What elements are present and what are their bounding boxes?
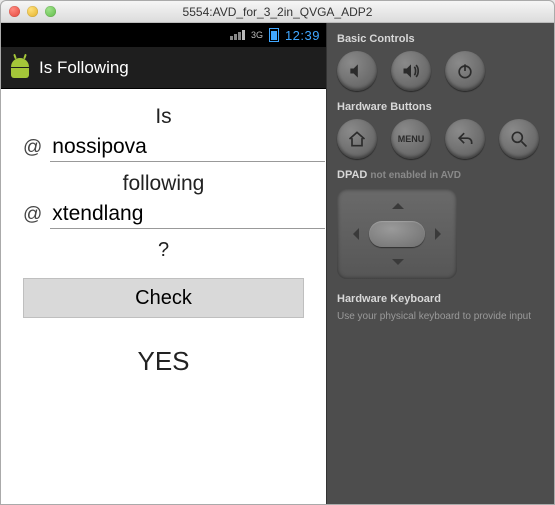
battery-icon bbox=[269, 28, 279, 42]
home-icon bbox=[347, 129, 367, 149]
label-question-mark: ? bbox=[23, 239, 304, 262]
user2-input[interactable] bbox=[50, 200, 325, 229]
signal-icon bbox=[229, 28, 245, 43]
dpad-label: DPAD not enabled in AVD bbox=[337, 169, 544, 181]
basic-controls-label: Basic Controls bbox=[337, 33, 544, 45]
dpad-title: DPAD bbox=[337, 169, 367, 181]
dpad-up-icon bbox=[392, 197, 404, 209]
hardware-keyboard-label: Hardware Keyboard bbox=[337, 293, 544, 305]
back-icon bbox=[455, 129, 475, 149]
at-symbol-1: @ bbox=[23, 137, 42, 159]
android-status-bar: 3G 12:39 bbox=[1, 23, 326, 47]
app-title: Is Following bbox=[39, 58, 129, 78]
close-icon[interactable] bbox=[9, 6, 20, 17]
dpad-right-icon bbox=[435, 228, 447, 240]
hardware-keyboard-note: Use your physical keyboard to provide in… bbox=[337, 311, 544, 322]
dpad-down-icon bbox=[392, 259, 404, 271]
app-content: Is @ following @ ? Check YES bbox=[1, 89, 326, 504]
clock: 12:39 bbox=[285, 28, 320, 43]
volume-down-button[interactable] bbox=[337, 51, 377, 91]
window-controls bbox=[1, 6, 56, 17]
user1-row: @ bbox=[23, 133, 304, 162]
volume-up-button[interactable] bbox=[391, 51, 431, 91]
network-type: 3G bbox=[251, 31, 263, 40]
dpad-disabled-note: not enabled in AVD bbox=[370, 170, 461, 181]
emulator-window: 5554:AVD_for_3_2in_QVGA_ADP2 3G 12:39 Is… bbox=[0, 0, 555, 505]
volume-up-icon bbox=[401, 61, 421, 81]
label-is: Is bbox=[23, 105, 304, 129]
back-button[interactable] bbox=[445, 119, 485, 159]
dpad-left-icon bbox=[347, 228, 359, 240]
home-button[interactable] bbox=[337, 119, 377, 159]
menu-icon: MENU bbox=[398, 134, 425, 144]
check-button[interactable]: Check bbox=[23, 278, 304, 318]
menu-button[interactable]: MENU bbox=[391, 119, 431, 159]
power-button[interactable] bbox=[445, 51, 485, 91]
dpad-center-button bbox=[369, 221, 425, 247]
device-screen: 3G 12:39 Is Following Is @ following @ bbox=[1, 23, 327, 504]
zoom-icon[interactable] bbox=[45, 6, 56, 17]
hardware-buttons-row: MENU bbox=[337, 119, 544, 159]
hardware-buttons-label: Hardware Buttons bbox=[337, 101, 544, 113]
android-icon bbox=[11, 58, 29, 78]
user2-row: @ bbox=[23, 200, 304, 229]
app-bar: Is Following bbox=[1, 47, 326, 89]
user1-input[interactable] bbox=[50, 133, 325, 162]
minimize-icon[interactable] bbox=[27, 6, 38, 17]
emulator-side-panel: Basic Controls Hardware Buttons MENU bbox=[327, 23, 554, 504]
content-area: 3G 12:39 Is Following Is @ following @ bbox=[1, 23, 554, 504]
result-text: YES bbox=[23, 346, 304, 377]
label-following: following bbox=[23, 172, 304, 196]
window-title: 5554:AVD_for_3_2in_QVGA_ADP2 bbox=[1, 5, 554, 19]
basic-controls-row bbox=[337, 51, 544, 91]
search-button[interactable] bbox=[499, 119, 539, 159]
at-symbol-2: @ bbox=[23, 204, 42, 226]
power-icon bbox=[455, 61, 475, 81]
search-icon bbox=[509, 129, 529, 149]
titlebar: 5554:AVD_for_3_2in_QVGA_ADP2 bbox=[1, 1, 554, 23]
volume-down-icon bbox=[347, 61, 367, 81]
dpad bbox=[337, 189, 457, 279]
